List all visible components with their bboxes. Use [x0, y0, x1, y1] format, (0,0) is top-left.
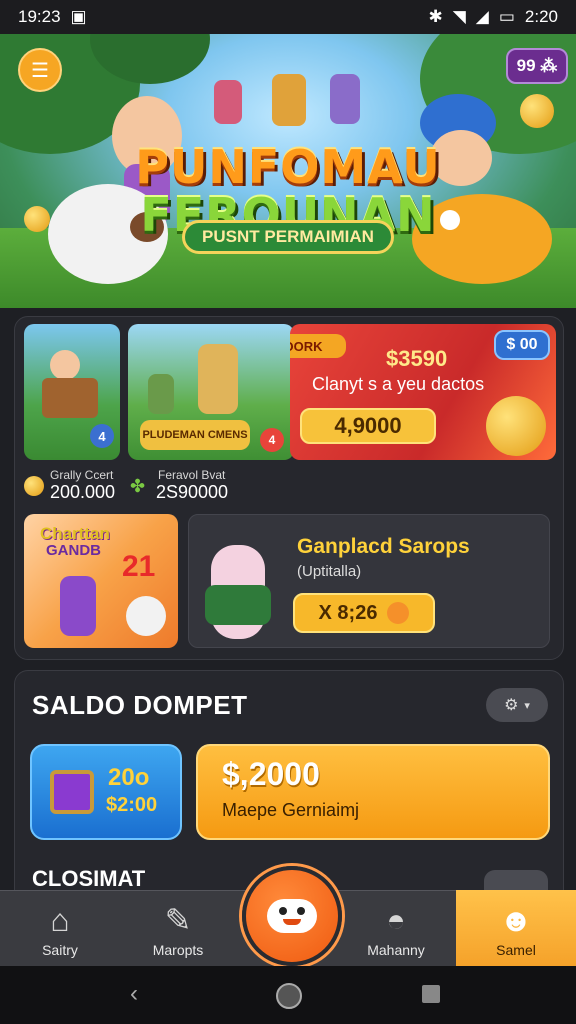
character-rabbit-cape	[205, 585, 271, 625]
status-right-text: 2:20	[524, 7, 558, 26]
tile3-number: 21	[122, 550, 156, 583]
wifi-icon: ◥	[452, 7, 466, 26]
wallet-gem-value: $2:00	[106, 794, 158, 816]
status-bar: 19:23 ▣ ✱ ◥ ◢ ▭ 2:20	[0, 0, 576, 34]
character-purple-kid	[60, 576, 96, 636]
nav-label: Maropts	[152, 942, 204, 958]
feature-pill-value: X 8;26	[318, 601, 378, 624]
wallet-balance-amount: $,2000	[222, 756, 320, 792]
promo-tag: GOORK	[290, 334, 346, 358]
coin-decoration	[520, 94, 554, 128]
game-tile-3[interactable]: Charttan GANDB 21	[24, 514, 178, 648]
character-goblin	[148, 374, 174, 414]
feature-title: Ganplacd Sarops	[297, 535, 470, 558]
center-action-button[interactable]	[242, 866, 342, 966]
back-icon[interactable]: ‹	[130, 980, 138, 1008]
battery-icon: ▭	[498, 7, 515, 26]
tile3-line2: GANDB	[46, 542, 101, 559]
game-tile-2-value: 2S90000	[156, 482, 229, 502]
home-icon: ⌂	[50, 902, 70, 938]
game-tile-1-value: 200.000	[50, 482, 116, 502]
clover-icon: ✤	[130, 476, 146, 496]
smiley-icon	[387, 602, 410, 624]
promo-value-pill: 4,9000	[300, 408, 436, 444]
notification-icon: ▣	[70, 7, 87, 26]
character-carrier	[50, 350, 80, 380]
nav-label: Mahanny	[367, 942, 425, 958]
wallet-title: SALDO DOMPET	[32, 690, 248, 720]
status-time: 19:23	[18, 7, 61, 26]
home-circle-icon[interactable]	[276, 983, 302, 1009]
recents-icon[interactable]	[422, 985, 440, 1003]
wallet-balance-desc: Maepe Gerniaimj	[222, 800, 360, 820]
hero-cta-button[interactable]: PUSNT PERMAIMIAN	[182, 220, 394, 254]
wallet-balance-card[interactable]: $,2000 Maepe Gerniaimj	[196, 744, 550, 840]
character-small-2	[272, 74, 306, 126]
wallet-gem-count: 20o	[108, 764, 150, 791]
hero-banner: PUNFOMAU FERQUNAN	[0, 34, 576, 308]
game-tile-1[interactable]: 4	[24, 324, 120, 460]
nav-label: Saitry	[42, 942, 78, 958]
hero-title-line1: PUNFOMAU	[135, 140, 441, 194]
mascot-face-icon	[267, 899, 317, 933]
gear-icon: ⚙	[504, 697, 519, 714]
promo-value: 4,9000	[334, 413, 402, 438]
character-small-3	[330, 74, 360, 124]
wallet-settings-button[interactable]: ⚙ ▾	[486, 688, 548, 722]
game-tile-1-label: Grally Ccert	[50, 468, 114, 482]
map-icon: ✎	[164, 902, 192, 938]
menu-icon: ☰	[31, 59, 49, 82]
character-small-1	[214, 80, 242, 124]
profile-icon: ☻	[499, 902, 533, 938]
top-badge[interactable]: 99 ⁂	[506, 48, 568, 84]
character-warrior	[198, 344, 238, 414]
coin-icon	[24, 476, 44, 496]
section-action-button[interactable]	[484, 870, 548, 892]
feature-subtitle: (Uptitalla)	[297, 563, 362, 580]
coin-stack-icon	[486, 396, 546, 456]
nav-label: Samel	[496, 942, 536, 958]
bluetooth-icon: ✱	[428, 7, 443, 26]
gem-icon	[50, 770, 94, 814]
character-ghost	[126, 596, 166, 636]
nav-item-samel[interactable]: ☻ Samel	[458, 890, 574, 966]
game-tile-2-label: Feravol Bvat	[158, 468, 226, 482]
tile3-line1: Charttan	[40, 524, 110, 543]
promo-description: Clanyt s a yeu dactos	[312, 374, 485, 394]
promo-amount: $3590	[386, 346, 448, 371]
wallet-gem-card[interactable]: 20o $2:00	[30, 744, 182, 840]
character-carrier-body	[42, 378, 98, 418]
feature-pill[interactable]: X 8;26	[293, 593, 435, 633]
tile-overlay-text: PLUDEMAN CMENS	[140, 420, 250, 450]
tile-badge: 4	[90, 424, 114, 448]
tile-badge-red: 4	[260, 428, 284, 452]
nav-item-mahanny[interactable]: ◓ Mahanny	[338, 890, 454, 966]
promo-tile[interactable]: GOORK $ 00 $3590 Clanyt s a yeu dactos 4…	[290, 324, 556, 460]
promo-corner-badge: $ 00	[494, 330, 550, 360]
signal-icon: ◢	[475, 7, 489, 26]
chevron-down-icon: ▾	[524, 699, 530, 712]
menu-button[interactable]: ☰	[18, 48, 62, 92]
helmet-icon: ◓	[386, 902, 406, 938]
section-title: CLOSIMAT	[32, 866, 146, 891]
nav-item-saitry[interactable]: ⌂ Saitry	[2, 890, 118, 966]
feature-card[interactable]: Ganplacd Sarops (Uptitalla) X 8;26	[188, 514, 550, 648]
game-tile-2[interactable]: PLUDEMAN CMENS 4	[128, 324, 294, 460]
nav-item-maropts[interactable]: ✎ Maropts	[120, 890, 236, 966]
